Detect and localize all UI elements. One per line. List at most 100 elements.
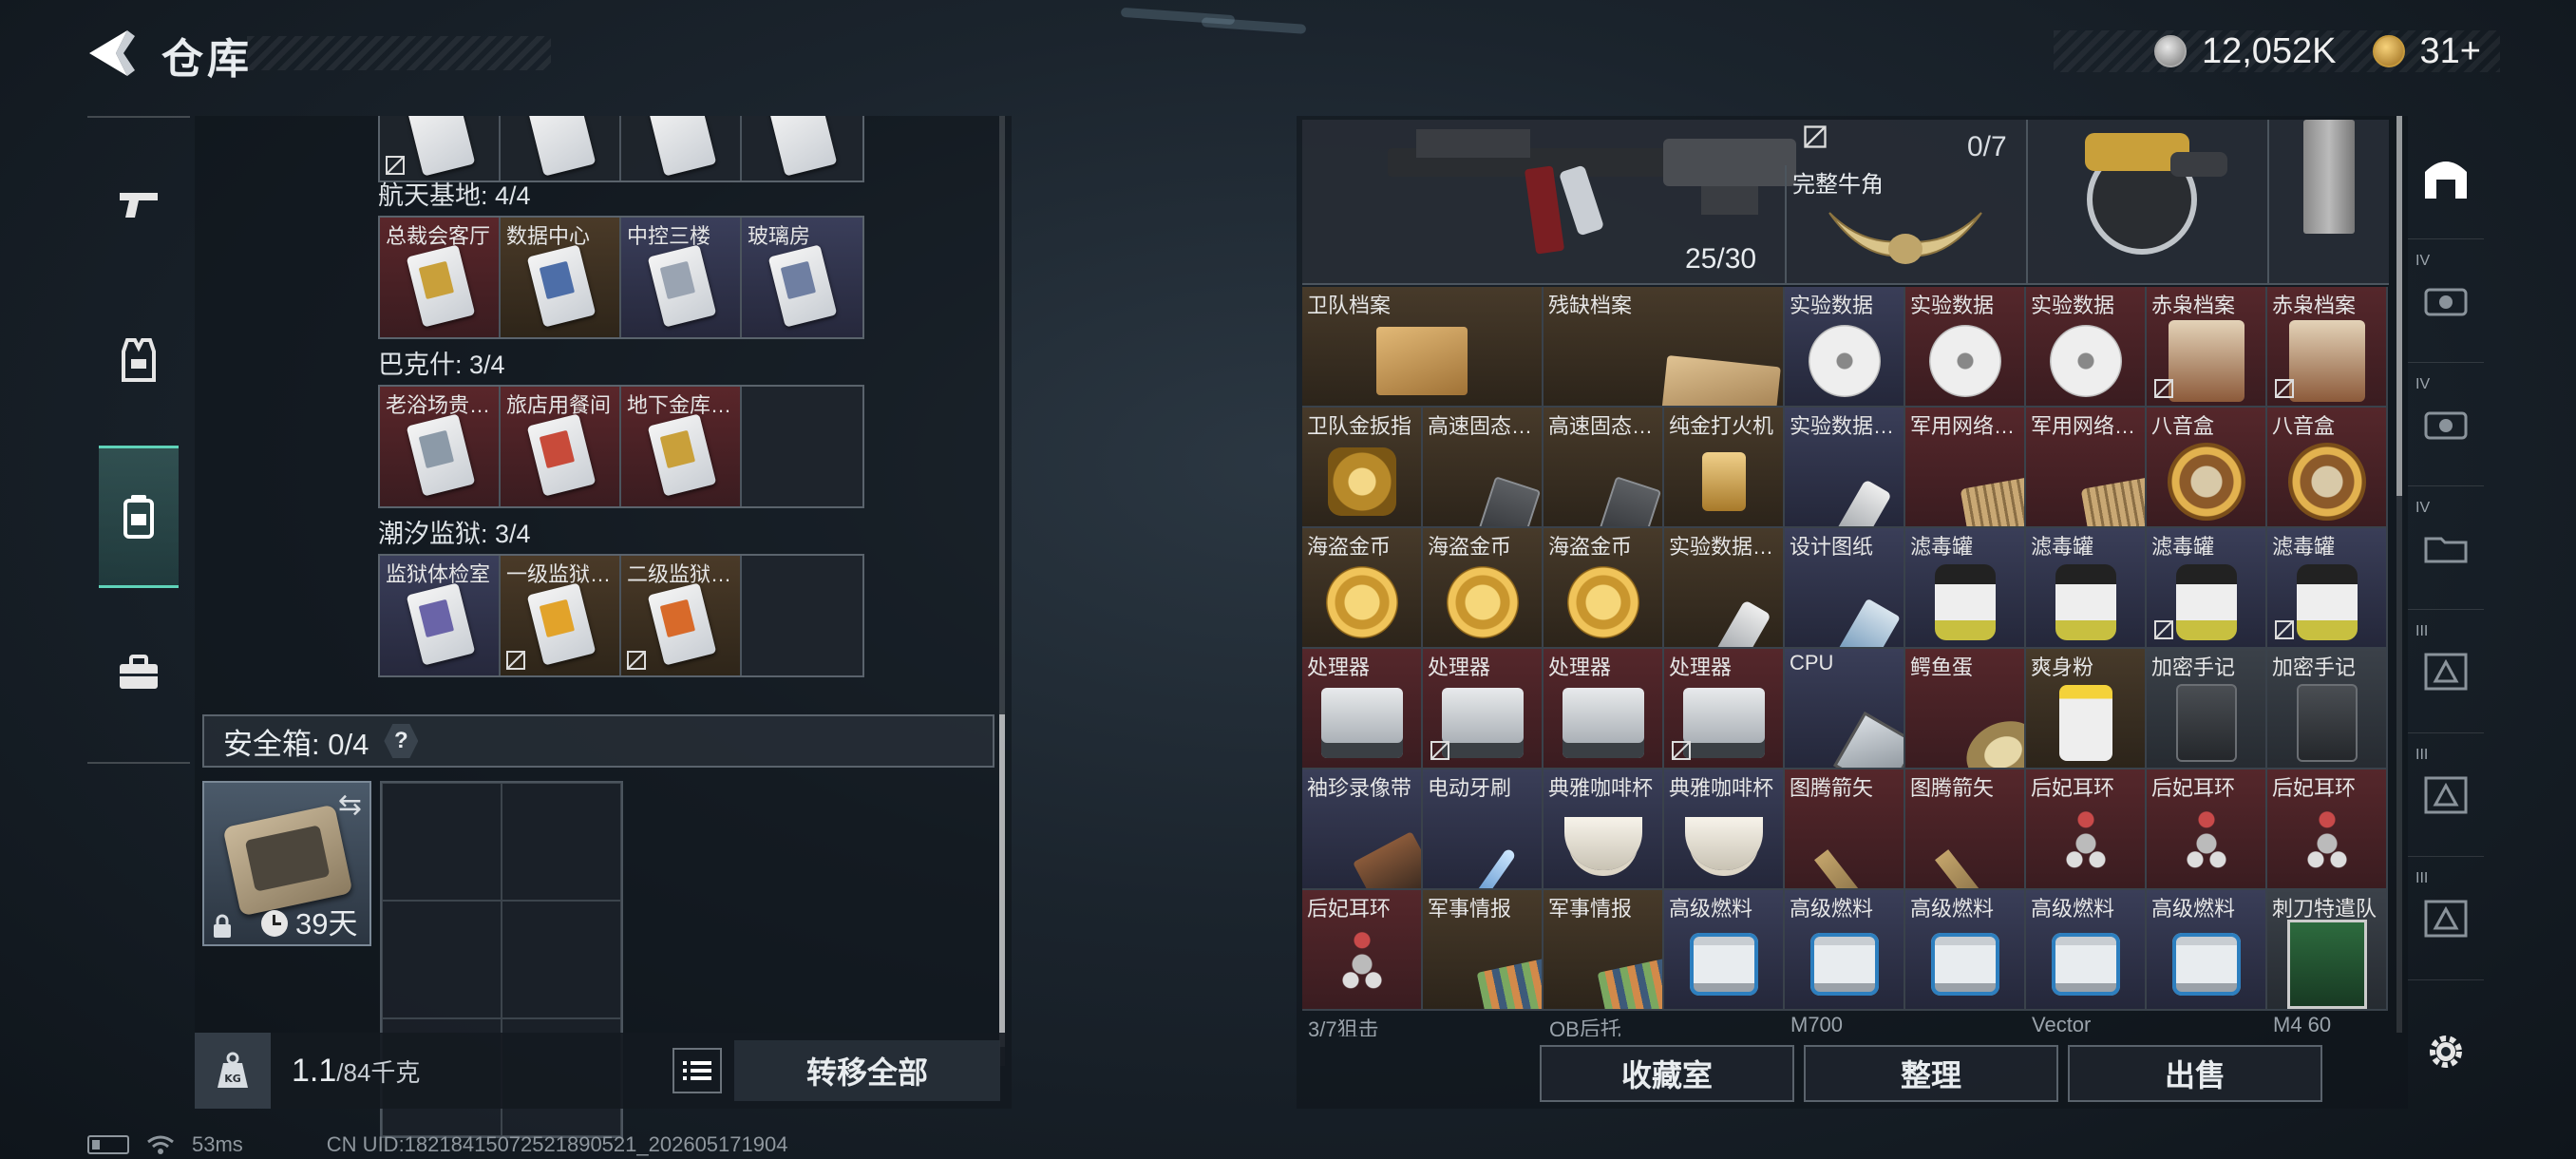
empty-keycard-slot[interactable] xyxy=(742,387,862,506)
keycard-slot[interactable]: 二级监狱… xyxy=(621,556,742,675)
stash-item[interactable]: 滤毒罐 xyxy=(2267,528,2388,649)
sell-button[interactable]: 出售 xyxy=(2068,1044,2322,1102)
back-button[interactable] xyxy=(84,27,141,80)
stash-item[interactable]: 高级燃料 xyxy=(2026,890,2147,1011)
gold-amount[interactable]: 31+ xyxy=(2420,31,2500,72)
stash-item[interactable]: 残缺档案 xyxy=(1544,287,1785,408)
stash-item[interactable]: 实验数据 xyxy=(1785,287,1905,408)
stash-item-slot[interactable] xyxy=(2026,120,2267,285)
transfer-all-button[interactable]: 转移全部 xyxy=(734,1040,1000,1101)
stash-item[interactable]: 军事情报 xyxy=(1544,890,1664,1011)
stash-item[interactable]: 图腾箭矢 xyxy=(1785,770,1905,890)
empty-keycard-slot[interactable] xyxy=(742,556,862,675)
safebox-cell[interactable] xyxy=(382,901,502,1018)
settings-button[interactable] xyxy=(2408,1014,2484,1090)
stash-item[interactable]: 图腾箭矢 xyxy=(1905,770,2026,890)
keycard-slot[interactable]: 总裁会客厅 xyxy=(380,218,501,337)
stash-item[interactable]: 海盗金币 xyxy=(1544,528,1664,649)
stash-tab-3[interactable]: IV xyxy=(2408,363,2484,486)
stash-item[interactable]: 高级燃料 xyxy=(2147,890,2267,1011)
stash-item-slot[interactable] xyxy=(2267,120,2389,285)
nav-tab-gear[interactable] xyxy=(99,289,179,431)
stash-item[interactable]: 高级燃料 xyxy=(1785,890,1905,1011)
stash-tab-all[interactable] xyxy=(2408,116,2484,239)
stash-item[interactable]: 八音盒 xyxy=(2267,408,2388,528)
help-button[interactable]: ? xyxy=(384,724,419,758)
stash-item[interactable]: 处理器 xyxy=(1423,649,1544,770)
stash-item[interactable]: 后妃耳环 xyxy=(2026,770,2147,890)
keycard-slot[interactable] xyxy=(501,116,621,180)
keycard-slot[interactable]: 旅店用餐间 xyxy=(501,387,621,506)
keycard-list[interactable]: 航天基地: 4/4 总裁会客厅 数据中心 中控三楼 玻璃房 巴克什: 3/4 老浴场贵… xyxy=(195,116,1002,705)
stash-grid-area[interactable]: 25/30 完整牛角 0/7 卫队档案 残缺档案 实验数据 实验数据 实验数据 … xyxy=(1302,120,2389,1036)
stash-item[interactable]: 军事情报 xyxy=(1423,890,1544,1011)
stash-item[interactable]: 后妃耳环 xyxy=(2147,770,2267,890)
nav-tab-weapons[interactable] xyxy=(99,133,179,276)
stash-item[interactable]: 海盗金币 xyxy=(1423,528,1544,649)
stash-item[interactable]: 滤毒罐 xyxy=(2026,528,2147,649)
stash-tab-5[interactable]: III xyxy=(2408,610,2484,733)
keycard-slot[interactable]: 数据中心 xyxy=(501,218,621,337)
stash-item[interactable]: 八音盒 xyxy=(2147,408,2267,528)
safebox-cell[interactable] xyxy=(382,783,502,901)
stash-item[interactable]: 电动牙刷 xyxy=(1423,770,1544,890)
stash-item[interactable]: 赤枭档案 xyxy=(2267,287,2388,408)
list-view-button[interactable] xyxy=(672,1048,722,1093)
stash-item[interactable]: 赤枭档案 xyxy=(2147,287,2267,408)
stash-item[interactable]: 袖珍录像带 xyxy=(1302,770,1423,890)
stash-item[interactable]: 海盗金币 xyxy=(1302,528,1423,649)
stash-item[interactable]: 处理器 xyxy=(1664,649,1785,770)
stash-item[interactable]: 实验数据… xyxy=(1785,408,1905,528)
safebox-container[interactable]: ⇆ 39天 xyxy=(202,781,371,946)
swap-icon[interactable]: ⇆ xyxy=(338,788,362,822)
keycard-slot[interactable] xyxy=(621,116,742,180)
keycard-slot[interactable]: 玻璃房 xyxy=(742,218,862,337)
collection-button[interactable]: 收藏室 xyxy=(1540,1044,1794,1102)
stash-item[interactable]: 爽身粉 xyxy=(2026,649,2147,770)
keycard-slot[interactable]: 监狱体检室 xyxy=(380,556,501,675)
stash-item[interactable]: 典雅咖啡杯 xyxy=(1664,770,1785,890)
stash-tab-6[interactable]: III xyxy=(2408,733,2484,857)
stash-tab-7[interactable]: III xyxy=(2408,857,2484,980)
keycard-slot[interactable] xyxy=(380,116,501,180)
stash-item[interactable]: 高速固态… xyxy=(1423,408,1544,528)
stash-item[interactable]: 处理器 xyxy=(1302,649,1423,770)
stash-item[interactable]: 高级燃料 xyxy=(1905,890,2026,1011)
left-scrollbar-thumb[interactable] xyxy=(999,714,1005,1047)
keycard-slot[interactable]: 老浴场贵… xyxy=(380,387,501,506)
stash-item[interactable]: 后妃耳环 xyxy=(2267,770,2388,890)
stash-tab-4[interactable]: IV xyxy=(2408,486,2484,610)
stash-item[interactable]: 滤毒罐 xyxy=(2147,528,2267,649)
right-scrollbar-thumb[interactable] xyxy=(2396,116,2402,496)
stash-item[interactable]: 刺刀特遣队 xyxy=(2267,890,2388,1011)
stash-item[interactable]: 后妃耳环 xyxy=(1302,890,1423,1011)
stash-item[interactable]: 鳄鱼蛋 xyxy=(1905,649,2026,770)
stash-item[interactable]: 卫队档案 xyxy=(1302,287,1544,408)
keycard-slot[interactable]: 中控三楼 xyxy=(621,218,742,337)
safebox-cell[interactable] xyxy=(502,783,621,901)
stash-item[interactable]: 军用网络… xyxy=(1905,408,2026,528)
stash-item[interactable]: 实验数据 xyxy=(2026,287,2147,408)
stash-item[interactable]: 加密手记 xyxy=(2147,649,2267,770)
safebox-cell[interactable] xyxy=(502,901,621,1018)
keycard-slot[interactable] xyxy=(742,116,862,180)
stash-tab-2[interactable]: IV xyxy=(2408,239,2484,363)
stash-item[interactable]: 高速固态… xyxy=(1544,408,1664,528)
nav-tab-toolkit[interactable] xyxy=(99,602,179,745)
stash-item-slot[interactable]: 完整牛角 xyxy=(1785,165,2026,285)
stash-item[interactable]: 高级燃料 xyxy=(1664,890,1785,1011)
stash-item[interactable]: 军用网络… xyxy=(2026,408,2147,528)
stash-item[interactable]: 典雅咖啡杯 xyxy=(1544,770,1664,890)
stash-item[interactable]: 加密手记 xyxy=(2267,649,2388,770)
stash-item[interactable]: 卫队金扳指 xyxy=(1302,408,1423,528)
stash-item[interactable]: 滤毒罐 xyxy=(1905,528,2026,649)
stash-item[interactable]: 实验数据… xyxy=(1664,528,1785,649)
stash-item[interactable]: 纯金打火机 xyxy=(1664,408,1785,528)
stash-item[interactable]: 处理器 xyxy=(1544,649,1664,770)
sort-button[interactable]: 整理 xyxy=(1804,1044,2058,1102)
stash-item[interactable]: 设计图纸 xyxy=(1785,528,1905,649)
keycard-slot[interactable]: 一级监狱… xyxy=(501,556,621,675)
nav-tab-backpack[interactable] xyxy=(99,446,179,588)
keycard-slot[interactable]: 地下金库… xyxy=(621,387,742,506)
stash-item[interactable]: 实验数据 xyxy=(1905,287,2026,408)
